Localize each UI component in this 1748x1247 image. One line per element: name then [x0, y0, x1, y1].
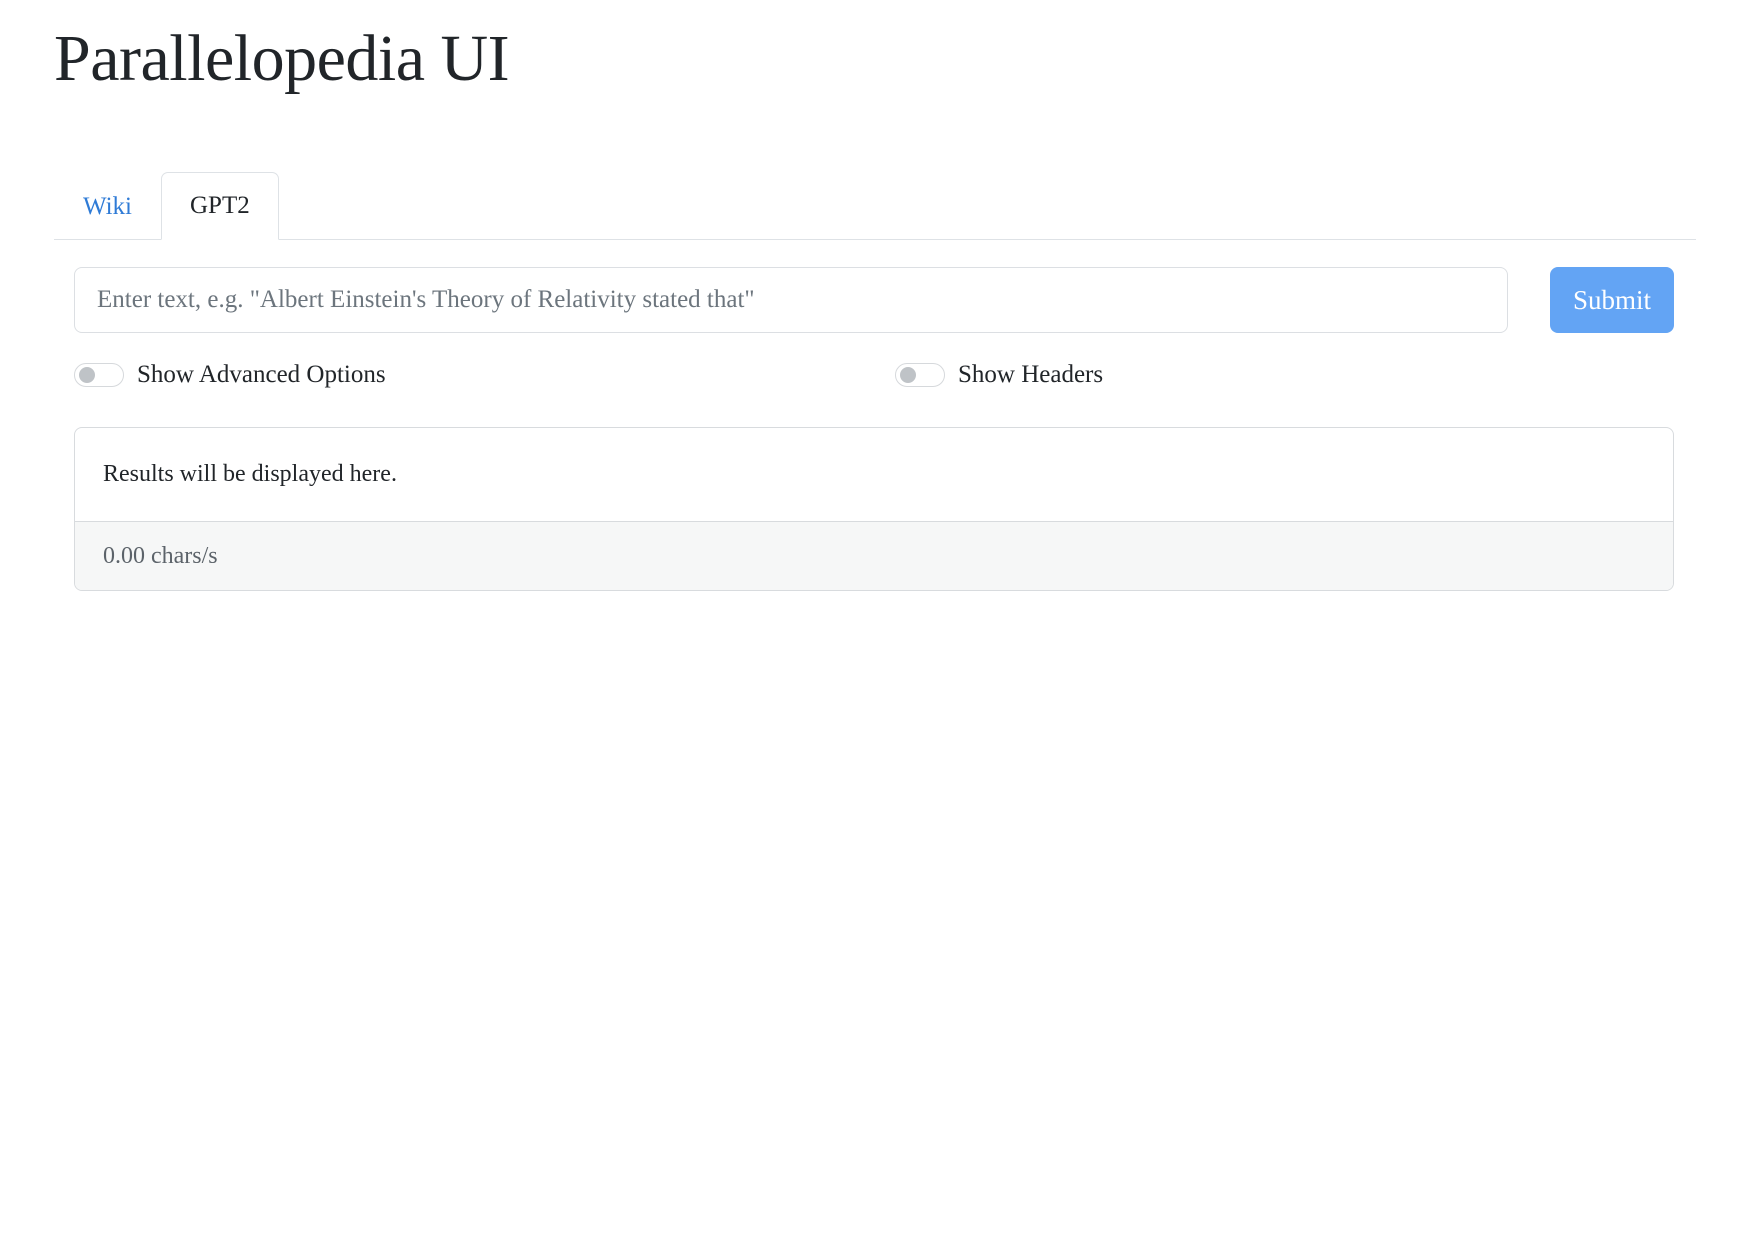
results-speed: 0.00 chars/s	[75, 522, 1673, 590]
tab-gpt2[interactable]: GPT2	[161, 172, 279, 240]
advanced-options-toggle[interactable]: Show Advanced Options	[74, 345, 386, 405]
switch-knob	[900, 367, 916, 383]
results-message: Results will be displayed here.	[75, 428, 1673, 522]
show-headers-toggle[interactable]: Show Headers	[895, 345, 1103, 405]
advanced-options-switch[interactable]	[74, 363, 124, 387]
advanced-options-label: Show Advanced Options	[137, 361, 386, 388]
app-container: Parallelopedia UI Wiki GPT2 Submit Show …	[54, 0, 1696, 591]
submit-button[interactable]: Submit	[1550, 267, 1674, 333]
show-headers-switch[interactable]	[895, 363, 945, 387]
query-input[interactable]	[74, 267, 1508, 333]
results-card: Results will be displayed here. 0.00 cha…	[74, 427, 1674, 591]
gpt2-panel: Submit Show Advanced Options Show Header…	[74, 267, 1674, 591]
tab-wiki[interactable]: Wiki	[54, 173, 161, 240]
tab-bar: Wiki GPT2	[54, 170, 1696, 240]
query-row: Submit	[74, 267, 1674, 333]
options-row: Show Advanced Options Show Headers	[74, 345, 1674, 405]
show-headers-label: Show Headers	[958, 361, 1104, 388]
switch-knob	[79, 367, 95, 383]
page-title: Parallelopedia UI	[54, 22, 510, 95]
